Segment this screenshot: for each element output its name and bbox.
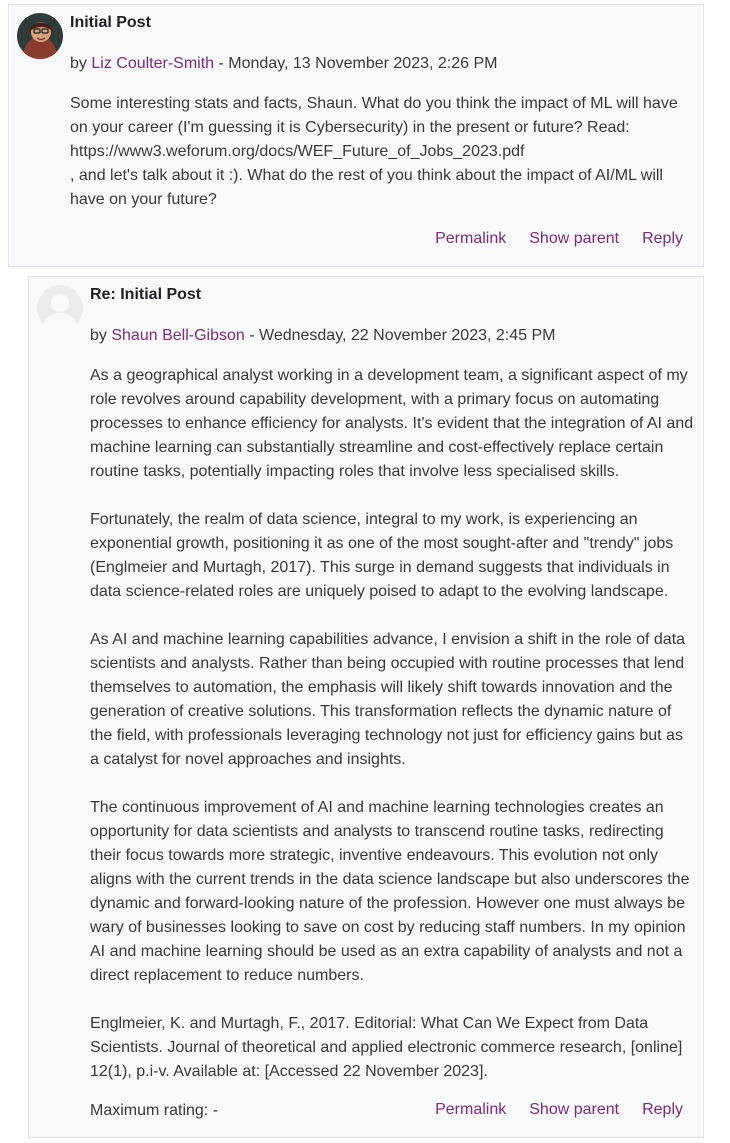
post-body: As a geographical analyst working in a d… [90,364,695,1084]
forum-post: Initial Post by Liz Coulter-Smith - Mond… [8,4,704,267]
post-byline: by Liz Coulter-Smith - Monday, 13 Novemb… [70,54,695,74]
show-parent-link[interactable]: Show parent [529,230,619,247]
forum-post: Re: Initial Post by Shaun Bell-Gibson - … [28,276,704,1138]
post-date: - Monday, 13 November 2023, 2:26 PM [214,55,498,72]
post-url: https://www3.weforum.org/docs/WEF_Future… [70,143,525,160]
author-avatar[interactable] [17,13,63,59]
post-subject: Re: Initial Post [90,286,202,303]
post-paragraph: As a geographical analyst working in a d… [90,367,694,480]
post-paragraph: Fortunately, the realm of data science, … [90,511,674,600]
permalink-link[interactable]: Permalink [435,230,506,247]
max-rating: Maximum rating: - [90,1102,219,1119]
author-link[interactable]: Liz Coulter-Smith [91,55,214,72]
post-byline: by Shaun Bell-Gibson - Wednesday, 22 Nov… [90,326,695,346]
reference-paragraph: Englmeier, K. and Murtagh, F., 2017. Edi… [90,1015,683,1080]
reply-link[interactable]: Reply [642,1101,683,1118]
by-prefix: by [70,55,87,72]
post-commands: Permalink Show parent Reply [412,1100,683,1120]
post-paragraph: , and let's talk about it :). What do th… [70,167,663,208]
post-commands: Permalink Show parent Reply [412,229,683,249]
post-paragraph: As AI and machine learning capabilities … [90,631,686,768]
reply-link[interactable]: Reply [642,230,683,247]
default-avatar-icon[interactable] [37,285,83,331]
author-link[interactable]: Shaun Bell-Gibson [111,327,244,344]
by-prefix: by [90,327,107,344]
post-body: Some interesting stats and facts, Shaun.… [70,92,695,212]
post-subject: Initial Post [70,14,151,31]
permalink-link[interactable]: Permalink [435,1101,506,1118]
post-paragraph: The continuous improvement of AI and mac… [90,799,690,984]
show-parent-link[interactable]: Show parent [529,1101,619,1118]
post-paragraph: Some interesting stats and facts, Shaun.… [70,95,678,136]
post-date: - Wednesday, 22 November 2023, 2:45 PM [244,327,556,344]
